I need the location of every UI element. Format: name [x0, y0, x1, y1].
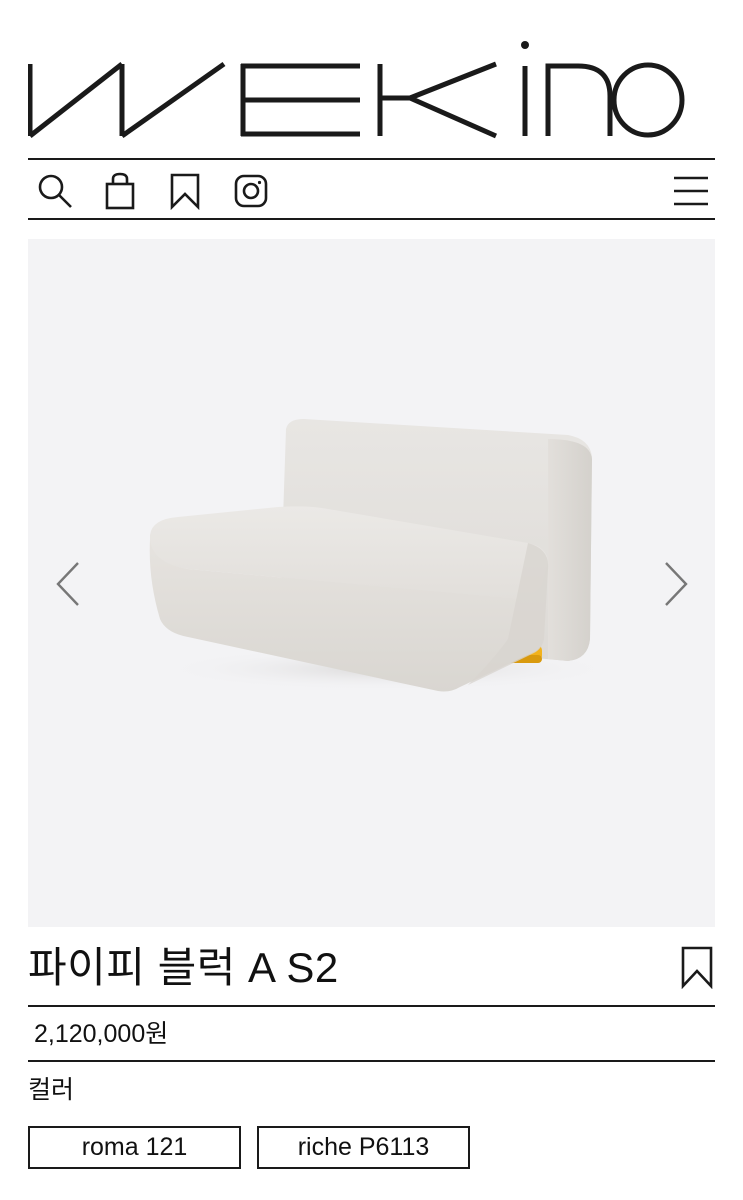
search-icon[interactable]	[36, 172, 74, 210]
gallery-next-arrow[interactable]	[654, 559, 698, 609]
shopping-bag-icon[interactable]	[102, 172, 140, 210]
divider	[28, 1005, 715, 1007]
divider	[28, 1060, 715, 1062]
top-nav-bar	[28, 158, 715, 220]
color-label: 컬러	[28, 1076, 75, 1104]
color-option-riche-p6113[interactable]: riche P6113	[257, 1126, 470, 1169]
product-title: 파이피 블럭 A S2	[28, 944, 339, 991]
color-option-roma-121[interactable]: roma 121	[28, 1126, 241, 1169]
product-page: 파이피 블럭 A S2 2,120,000원 컬러 roma 121 riche…	[0, 0, 743, 1200]
bookmark-icon[interactable]	[678, 945, 716, 989]
bookmark-icon[interactable]	[166, 172, 204, 210]
product-price: 2,120,000원	[34, 1020, 169, 1048]
gallery-prev-arrow[interactable]	[46, 559, 90, 609]
product-photo	[149, 419, 618, 692]
brand-logo[interactable]	[28, 38, 688, 142]
instagram-icon[interactable]	[232, 172, 270, 210]
hamburger-menu-icon[interactable]	[672, 172, 710, 210]
product-image-gallery[interactable]	[28, 239, 715, 927]
